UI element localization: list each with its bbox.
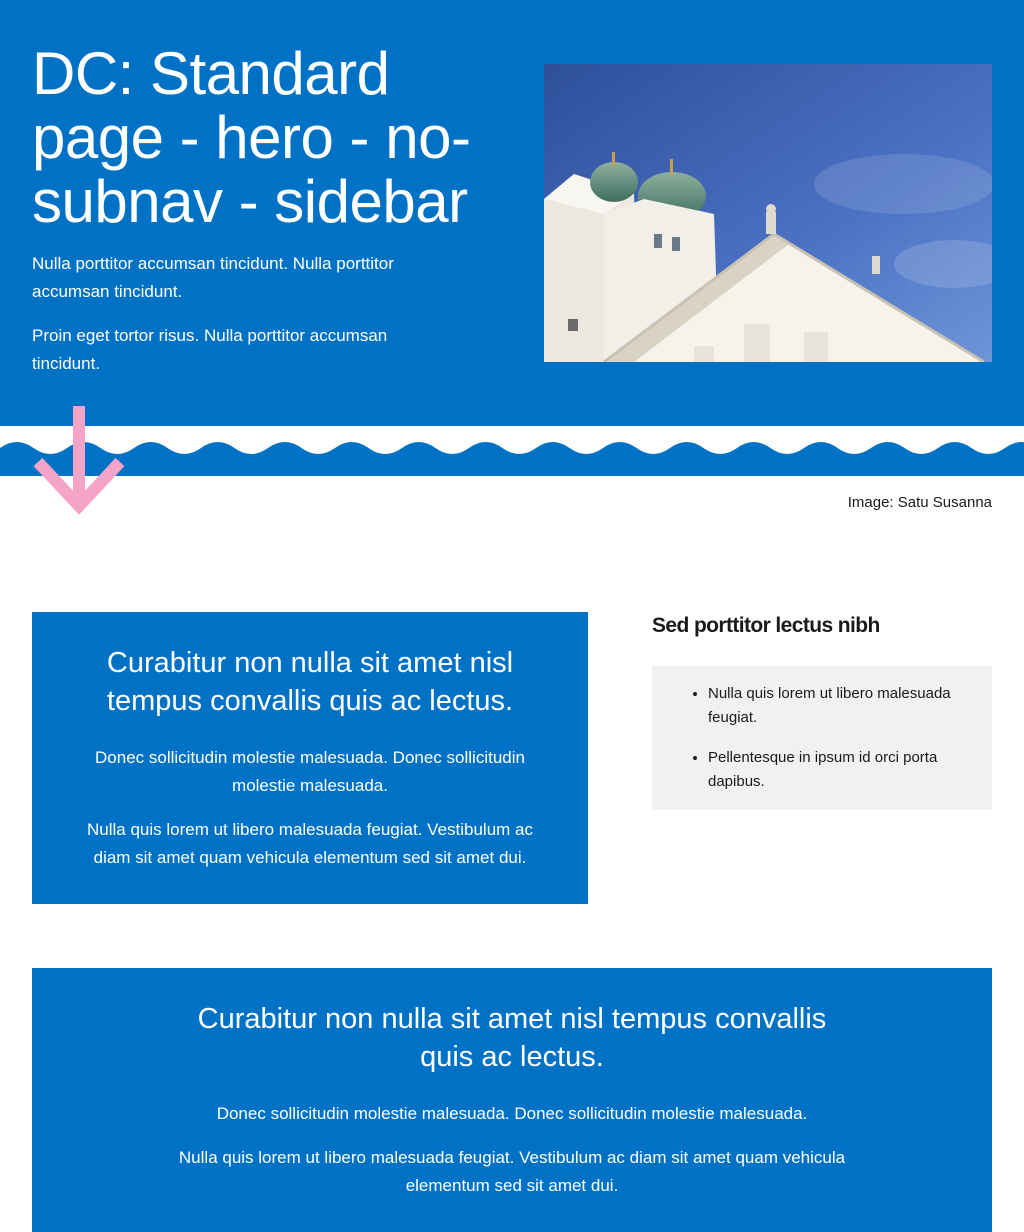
sidebar-list-box: Nulla quis lorem ut libero malesuada feu…	[652, 666, 992, 810]
sidebar-list: Nulla quis lorem ut libero malesuada feu…	[708, 682, 972, 794]
list-item: Nulla quis lorem ut libero malesuada feu…	[708, 682, 972, 730]
highlight-paragraph: Donec sollicitudin molestie malesuada. D…	[95, 748, 525, 795]
image-credit: Image: Satu Susanna	[847, 494, 992, 511]
hero-paragraph: Proin eget tortor risus. Nulla porttitor…	[32, 326, 388, 373]
wide-highlight-paragraph: Nulla quis lorem ut libero malesuada feu…	[178, 1148, 846, 1195]
highlight-box: Curabitur non nulla sit amet nisl tempus…	[32, 612, 588, 904]
sidebar: Sed porttitor lectus nibh Nulla quis lor…	[652, 612, 992, 810]
arrow-down-icon	[33, 406, 125, 515]
wave-divider	[0, 426, 1024, 476]
sidebar-heading: Sed porttitor lectus nibh	[652, 614, 880, 637]
wide-highlight-heading: Curabitur non nulla sit amet nisl tempus…	[197, 1003, 827, 1073]
hero-paragraph: Nulla porttitor accumsan tincidunt. Null…	[32, 254, 394, 301]
highlight-heading: Curabitur non nulla sit amet nisl tempus…	[106, 647, 514, 717]
wide-highlight-paragraph: Donec sollicitudin molestie malesuada. D…	[216, 1104, 808, 1123]
hero-image-cathedral	[544, 64, 992, 362]
highlight-paragraph: Nulla quis lorem ut libero malesuada feu…	[86, 820, 534, 867]
hero: DC: Standard page - hero - no-subnav - s…	[0, 0, 1024, 426]
wide-highlight-box: Curabitur non nulla sit amet nisl tempus…	[32, 968, 992, 1232]
hero-lead: Nulla porttitor accumsan tincidunt. Null…	[32, 250, 452, 394]
page-title: DC: Standard page - hero - no-subnav - s…	[32, 40, 471, 235]
list-item: Pellentesque in ipsum id orci porta dapi…	[708, 746, 972, 794]
